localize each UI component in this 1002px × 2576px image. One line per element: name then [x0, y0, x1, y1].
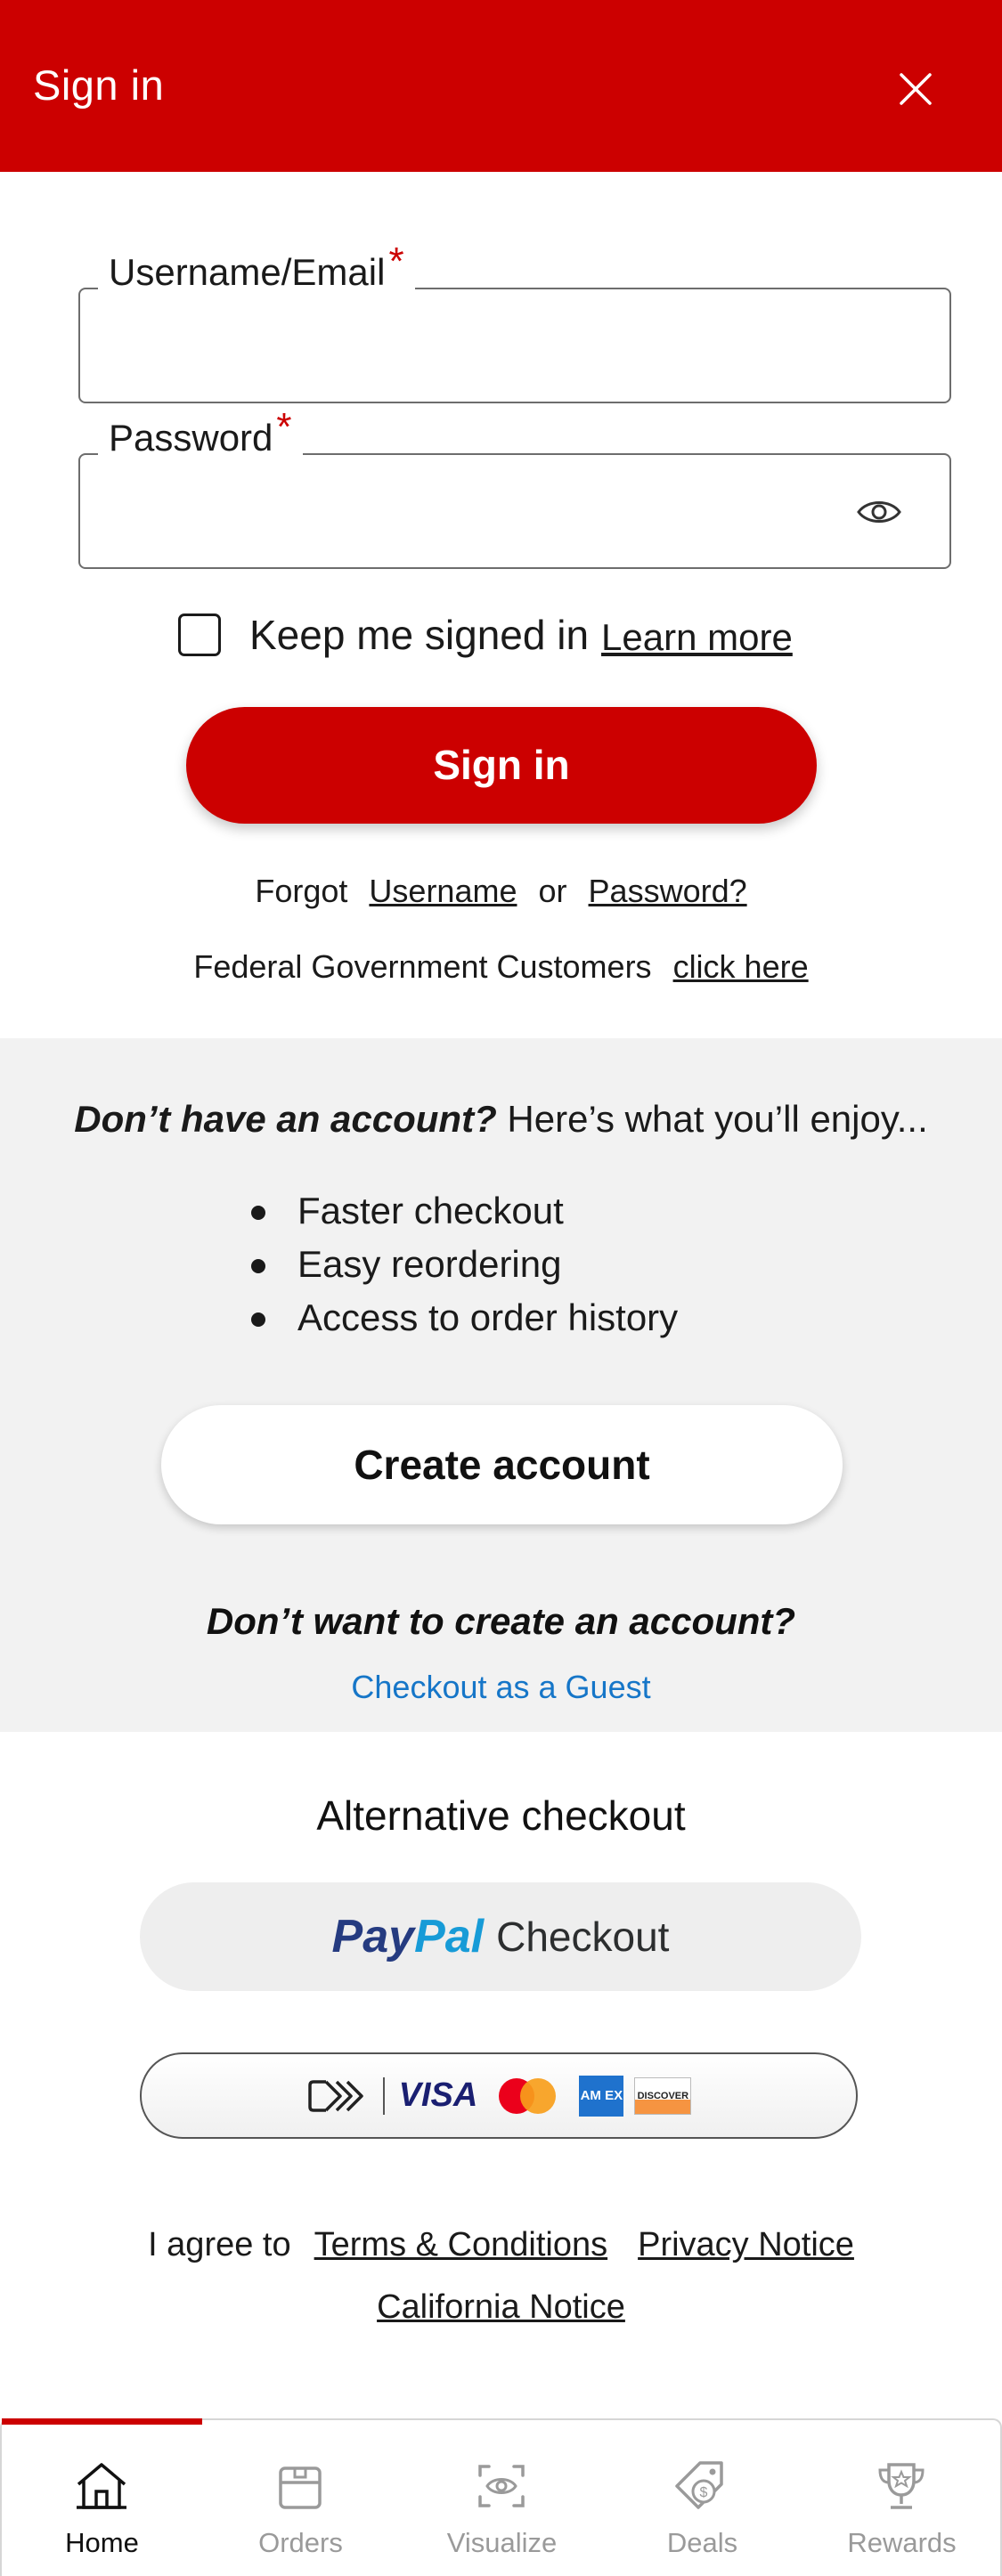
- close-icon: [900, 73, 932, 105]
- username-label: Username/Email*: [98, 240, 415, 295]
- forgot-prefix: Forgot: [255, 873, 348, 909]
- box-icon: [279, 2466, 322, 2509]
- tab-rewards[interactable]: Rewards: [802, 2420, 1002, 2576]
- sign-in-button[interactable]: Sign in: [186, 707, 817, 824]
- tab-visualize[interactable]: Visualize: [402, 2420, 602, 2576]
- tab-label: Rewards: [847, 2527, 957, 2558]
- header-bar: Sign in: [0, 0, 1002, 172]
- california-notice-link[interactable]: California Notice: [0, 2288, 1002, 2327]
- username-field[interactable]: Username/Email*: [78, 240, 951, 403]
- svg-text:$: $: [700, 2485, 708, 2500]
- click-to-pay-icon: [307, 2079, 363, 2112]
- scan-eye-icon: [478, 2465, 525, 2507]
- password-label-text: Password: [109, 417, 273, 459]
- tab-label: Deals: [666, 2527, 738, 2558]
- divider: [382, 2076, 385, 2115]
- username-input[interactable]: [107, 316, 891, 375]
- home-icon: [77, 2463, 126, 2509]
- promo-enjoy: Here’s what you’ll enjoy...: [507, 1098, 928, 1140]
- alternative-checkout-title: Alternative checkout: [316, 1792, 686, 1839]
- tab-home[interactable]: Home: [2, 2420, 202, 2576]
- required-marker: *: [388, 240, 404, 283]
- click-to-pay-button[interactable]: VISA AM EX DISCOVER: [140, 2052, 858, 2139]
- create-account-button[interactable]: Create account: [161, 1405, 843, 1524]
- list-item: Faster checkout: [249, 1184, 678, 1238]
- list-item: Easy reordering: [249, 1238, 678, 1291]
- sign-in-page: Sign in Username/Email* Password* Keep m…: [0, 0, 1002, 2576]
- forgot-row: Forgot Username or Password?: [0, 873, 1002, 910]
- username-label-text: Username/Email: [109, 251, 386, 293]
- close-button[interactable]: [891, 64, 941, 114]
- federal-click-here-link[interactable]: click here: [673, 948, 809, 985]
- eye-icon: [857, 501, 901, 523]
- password-label: Password*: [98, 405, 303, 460]
- forgot-password-link[interactable]: Password?: [589, 873, 747, 909]
- password-field[interactable]: Password*: [78, 405, 951, 569]
- required-marker: *: [276, 405, 292, 449]
- forgot-username-link[interactable]: Username: [369, 873, 517, 909]
- amex-logo: AM EX: [579, 2075, 624, 2117]
- tab-label: Visualize: [446, 2527, 558, 2558]
- paypal-checkout-button[interactable]: Pay Pal Checkout: [140, 1882, 861, 1991]
- show-password-button[interactable]: [855, 492, 903, 532]
- visa-logo: VISA: [398, 2076, 478, 2114]
- tab-label: Orders: [258, 2527, 343, 2558]
- discover-logo-text: DISCOVER: [637, 2090, 689, 2101]
- privacy-notice-link[interactable]: Privacy Notice: [638, 2226, 854, 2263]
- keep-signed-in-label: Keep me signed in: [249, 612, 590, 658]
- bottom-tab-bar: Home Orders Visualize $ Deals Rewards: [0, 2418, 1002, 2576]
- learn-more-link[interactable]: Learn more: [601, 616, 793, 659]
- checkout-as-guest-link[interactable]: Checkout as a Guest: [0, 1669, 1002, 1706]
- keep-signed-in-checkbox[interactable]: [178, 614, 221, 656]
- agree-prefix: I agree to: [148, 2226, 291, 2263]
- list-item: Access to order history: [249, 1291, 678, 1345]
- promo-question: Don’t have an account?: [74, 1098, 497, 1140]
- terms-link[interactable]: Terms & Conditions: [314, 2226, 607, 2263]
- page-title: Sign in: [33, 61, 165, 109]
- keep-signed-in-row: Keep me signed in Learn more: [178, 608, 793, 662]
- tab-orders[interactable]: Orders: [200, 2420, 401, 2576]
- trophy-icon: [878, 2463, 925, 2509]
- paypal-logo-pal: Pal: [414, 1911, 485, 1962]
- federal-row: Federal Government Customers click here: [0, 948, 1002, 986]
- tab-label: Home: [65, 2527, 139, 2558]
- tab-deals[interactable]: $ Deals: [602, 2420, 802, 2576]
- price-tag-icon: $: [675, 2461, 723, 2509]
- password-input[interactable]: [107, 482, 891, 540]
- paypal-checkout-label: Checkout: [496, 1914, 670, 1960]
- federal-text: Federal Government Customers: [193, 948, 652, 985]
- guest-question: Don’t want to create an account?: [206, 1600, 796, 1642]
- paypal-logo-pay: Pay: [331, 1911, 415, 1962]
- benefits-list: Faster checkout Easy reordering Access t…: [249, 1184, 678, 1345]
- forgot-or: or: [538, 873, 567, 909]
- discover-logo: DISCOVER: [634, 2076, 692, 2115]
- agree-row: I agree to Terms & Conditions Privacy Noti…: [0, 2226, 1002, 2264]
- mastercard-icon: [499, 2077, 557, 2114]
- promo-heading: Don’t have an account? Here’s what you’l…: [0, 1098, 1002, 1141]
